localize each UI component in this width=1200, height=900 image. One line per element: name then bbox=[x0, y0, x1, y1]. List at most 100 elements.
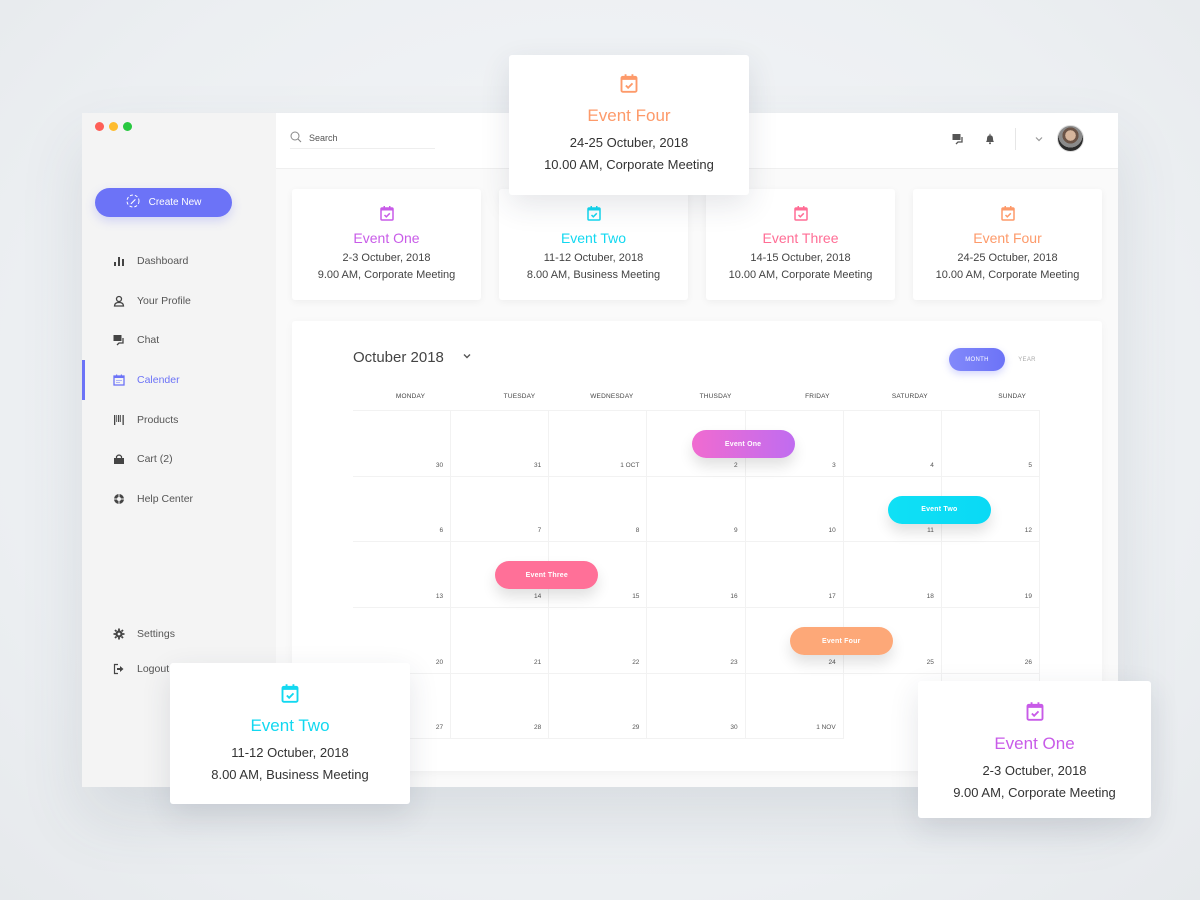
event-title: Event Four bbox=[973, 230, 1042, 246]
day-number: 3 bbox=[832, 461, 836, 469]
sidebar-item-calender[interactable]: Calender bbox=[82, 360, 276, 400]
year-view-button[interactable]: YEAR bbox=[1005, 348, 1049, 371]
day-number: 5 bbox=[1028, 461, 1032, 469]
logout-icon bbox=[112, 662, 126, 676]
minimize-window-button[interactable] bbox=[109, 122, 118, 131]
calendar-check-icon bbox=[1000, 205, 1016, 226]
calendar-check-icon bbox=[379, 205, 395, 226]
event-title: Event Three bbox=[762, 230, 839, 246]
day-cell[interactable]: 9 bbox=[647, 476, 746, 543]
edit-icon bbox=[126, 194, 140, 211]
view-toggle: MONTH YEAR bbox=[949, 348, 1049, 371]
sidebar-item-profile[interactable]: Your Profile bbox=[82, 281, 276, 321]
event-card[interactable]: Event Three 14-15 Octuber, 2018 10.00 AM… bbox=[706, 189, 895, 300]
sidebar-item-label: Your Profile bbox=[137, 294, 191, 307]
sidebar-item-products[interactable]: Products bbox=[82, 400, 276, 440]
day-number: 17 bbox=[828, 593, 836, 601]
event-pill[interactable]: Event One bbox=[691, 430, 795, 458]
month-view-button[interactable]: MONTH bbox=[949, 348, 1005, 371]
day-cell[interactable]: 6 bbox=[353, 476, 452, 543]
month-title: Octuber 2018 bbox=[353, 349, 444, 366]
day-cell[interactable]: 29 bbox=[549, 673, 648, 740]
day-cell[interactable]: 5 bbox=[941, 411, 1040, 477]
day-number: 2 bbox=[733, 461, 738, 469]
event-dates: 24-25 Octuber, 2018 bbox=[957, 252, 1058, 264]
gear-icon bbox=[112, 627, 126, 641]
day-number: 22 bbox=[632, 658, 640, 666]
avatar[interactable] bbox=[1057, 125, 1084, 152]
day-cell[interactable]: 1 NOV bbox=[745, 673, 844, 740]
sidebar-item-chat[interactable]: Chat bbox=[82, 320, 276, 360]
chat-icon bbox=[112, 333, 126, 347]
day-number: 15 bbox=[632, 593, 640, 601]
bell-icon[interactable] bbox=[982, 131, 998, 147]
day-cell[interactable]: 13 bbox=[353, 542, 452, 609]
day-cell[interactable]: 1 OCT bbox=[549, 411, 648, 477]
event-title: Event One bbox=[994, 734, 1075, 753]
barcode-icon bbox=[112, 413, 126, 427]
weekday-header: MONDAY TUESDAY WEDNESDAY THUSDAY FRIDAY SATUR… bbox=[353, 393, 1040, 411]
day-cell[interactable]: 8 bbox=[549, 476, 648, 543]
floating-event-card[interactable]: Event Four 24-25 Octuber, 2018 10.00 AM,… bbox=[509, 55, 749, 195]
sidebar-item-label: Logout bbox=[137, 663, 170, 676]
event-card[interactable]: Event Two 11-12 Octuber, 2018 8.00 AM, B… bbox=[499, 189, 688, 300]
create-new-label: Create New bbox=[148, 197, 202, 208]
day-number: 26 bbox=[1024, 658, 1032, 666]
day-number: 31 bbox=[534, 461, 542, 469]
day-number: 7 bbox=[537, 527, 542, 535]
event-dates: 11-12 Octuber, 2018 bbox=[231, 745, 349, 760]
event-title: Event Four bbox=[587, 106, 671, 125]
event-time: 8.00 AM, Business Meeting bbox=[526, 269, 661, 281]
event-pill[interactable]: Event Four bbox=[789, 627, 893, 656]
search-input[interactable] bbox=[309, 132, 419, 143]
day-cell[interactable]: 17 bbox=[745, 542, 844, 609]
maximize-window-button[interactable] bbox=[123, 122, 132, 131]
event-card[interactable]: Event One 2-3 Octuber, 2018 9.00 AM, Cor… bbox=[292, 189, 481, 300]
event-time: 8.00 AM, Business Meeting bbox=[211, 767, 369, 782]
event-pill[interactable]: Event Two bbox=[887, 495, 991, 524]
day-cell[interactable]: 30 bbox=[647, 673, 746, 740]
day-number: 6 bbox=[439, 527, 444, 535]
event-dates: 2-3 Octuber, 2018 bbox=[342, 252, 431, 264]
close-window-button[interactable] bbox=[95, 122, 104, 131]
day-cell[interactable]: 19 bbox=[941, 542, 1040, 609]
day-number: 19 bbox=[1024, 593, 1032, 601]
day-cell[interactable]: 4 bbox=[843, 411, 942, 477]
day-cell[interactable]: 22 bbox=[549, 608, 648, 674]
sidebar-item-settings[interactable]: Settings bbox=[82, 616, 276, 652]
day-cell[interactable]: 30 bbox=[353, 411, 452, 477]
event-card[interactable]: Event Four 24-25 Octuber, 2018 10.00 AM,… bbox=[913, 189, 1102, 300]
day-cell[interactable]: 23 bbox=[647, 608, 746, 674]
weekday-label: WEDNESDAY bbox=[590, 393, 634, 400]
day-cell[interactable]: 7 bbox=[451, 476, 550, 543]
day-cell[interactable]: 31 bbox=[451, 411, 550, 477]
floating-event-card[interactable]: Event One 2-3 Octuber, 2018 9.00 AM, Cor… bbox=[918, 681, 1151, 818]
window-controls bbox=[95, 122, 132, 131]
sidebar-item-label: Help Center bbox=[137, 492, 194, 505]
day-cell[interactable]: 28 bbox=[451, 673, 550, 740]
lifebuoy-icon bbox=[112, 492, 126, 506]
day-cell[interactable]: 21 bbox=[451, 608, 550, 674]
sidebar-item-cart[interactable]: Cart (2) bbox=[82, 439, 276, 479]
sidebar-item-help-center[interactable]: Help Center bbox=[82, 479, 276, 519]
day-cell[interactable]: 26 bbox=[941, 608, 1040, 674]
messages-icon[interactable] bbox=[950, 131, 966, 147]
event-pill[interactable]: Event Three bbox=[495, 561, 599, 590]
day-number: 14 bbox=[534, 593, 542, 601]
day-cell[interactable]: 18 bbox=[843, 542, 942, 609]
user-icon bbox=[112, 294, 126, 308]
weekday-label: SUNDAY bbox=[998, 393, 1026, 400]
weekday-label: FRIDAY bbox=[805, 393, 830, 400]
sidebar-item-label: Products bbox=[137, 413, 179, 426]
weekday-label: SATURDAY bbox=[891, 393, 928, 400]
floating-event-card[interactable]: Event Two 11-12 Octuber, 2018 8.00 AM, B… bbox=[170, 663, 410, 804]
sidebar-item-dashboard[interactable]: Dashboard bbox=[82, 241, 276, 281]
event-dates: 2-3 Octuber, 2018 bbox=[982, 763, 1087, 778]
day-number: 13 bbox=[435, 593, 444, 601]
chevron-down-icon[interactable] bbox=[1031, 131, 1047, 147]
weekday-label: TUESDAY bbox=[503, 393, 536, 400]
create-new-button[interactable]: Create New bbox=[95, 188, 232, 217]
month-dropdown-chevron-icon[interactable] bbox=[462, 351, 472, 364]
day-cell[interactable]: 16 bbox=[647, 542, 746, 609]
day-cell[interactable]: 10 bbox=[745, 476, 844, 543]
